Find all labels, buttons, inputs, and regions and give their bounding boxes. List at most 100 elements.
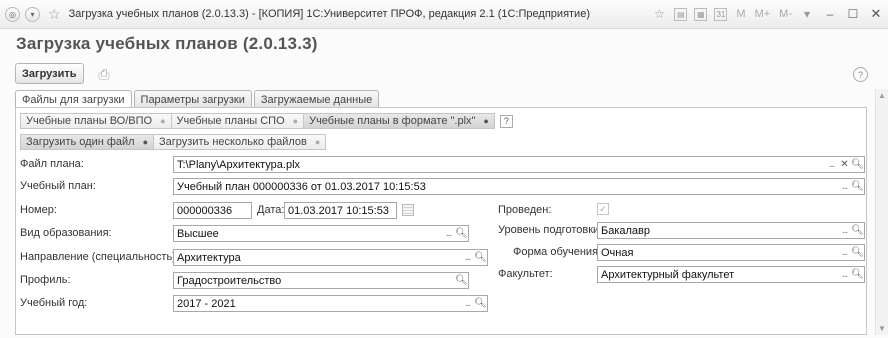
edu-type-value: Высшее — [177, 227, 219, 240]
number-label: Номер: — [20, 204, 57, 216]
file-clear-icon[interactable]: ✕ — [838, 157, 851, 172]
tab-loaded-data[interactable]: Загружаемые данные — [253, 90, 380, 108]
year-label: Учебный год: — [20, 297, 88, 309]
form-type-select-button[interactable]: ... — [838, 245, 851, 260]
level-label: Уровень подготовки: — [498, 224, 603, 236]
edu-type-search-icon[interactable]: 🔍︎ — [455, 226, 468, 241]
level-field[interactable]: Бакалавр ... 🔍︎ — [597, 222, 865, 239]
plan-format-tabs: Учебные планы ВО/ВПО ● Учебные планы СПО ●… — [20, 113, 513, 129]
plan-format-help-icon[interactable]: ? — [499, 114, 513, 128]
favorites-star-icon[interactable]: ☆ — [651, 6, 667, 22]
close-icon[interactable]: ✕ — [868, 6, 884, 22]
profile-search-icon[interactable]: 🔍︎ — [455, 273, 468, 288]
date-value: 01.03.2017 10:15:53 — [288, 204, 389, 217]
posted-checkbox[interactable]: ✓ — [597, 203, 609, 215]
vertical-scrollbar[interactable]: ▲ ▼ — [875, 89, 888, 335]
date-field[interactable]: 01.03.2017 10:15:53 — [284, 202, 397, 219]
profile-value: Градостроительство — [177, 274, 282, 287]
date-label: Дата: — [257, 204, 285, 216]
tab-load-many-files-label: Загрузить несколько файлов — [159, 136, 307, 148]
memory-plus-button[interactable]: M+ — [755, 8, 771, 20]
tab-load-one-file[interactable]: Загрузить один файл ● — [20, 134, 155, 150]
faculty-value: Архитектурный факультет — [601, 268, 735, 281]
title-bar-tools: ☆ ▤ ▦ 31 M M+ M- ▾ – ☐ ✕ — [644, 6, 884, 22]
date-calendar-icon[interactable] — [402, 204, 414, 216]
maximize-icon[interactable]: ☐ — [845, 6, 861, 22]
tab-load-params[interactable]: Параметры загрузки — [133, 90, 252, 108]
year-field[interactable]: 2017 - 2021 ... 🔍︎ — [173, 295, 488, 312]
tab-marker-icon: ● — [314, 137, 321, 147]
file-select-button[interactable]: ... — [825, 157, 838, 172]
faculty-search-icon[interactable]: 🔍︎ — [851, 267, 864, 282]
form-type-search-icon[interactable]: 🔍︎ — [851, 245, 864, 260]
load-mode-tabs: Загрузить один файл ● Загрузить несколько… — [20, 134, 327, 150]
tab-plans-spo-label: Учебные планы СПО — [176, 115, 285, 127]
window-title: Загрузка учебных планов (2.0.13.3) - [КО… — [68, 8, 590, 20]
direction-search-icon[interactable]: 🔍︎ — [474, 250, 487, 265]
tab-marker-icon: ● — [142, 137, 149, 147]
tab-load-one-file-label: Загрузить один файл — [26, 136, 135, 148]
tab-plans-vo[interactable]: Учебные планы ВО/ВПО ● — [20, 113, 172, 129]
tab-plans-vo-label: Учебные планы ВО/ВПО — [26, 115, 153, 127]
edu-type-field[interactable]: Высшее ... 🔍︎ — [173, 225, 469, 242]
level-select-button[interactable]: ... — [838, 223, 851, 238]
plan-search-icon[interactable]: 🔍︎ — [851, 179, 864, 194]
direction-value: Архитектура — [177, 251, 241, 264]
files-panel: Учебные планы ВО/ВПО ● Учебные планы СПО ●… — [15, 107, 867, 335]
level-value: Бакалавр — [601, 224, 651, 237]
year-search-icon[interactable]: 🔍︎ — [474, 296, 487, 311]
tab-plans-spo[interactable]: Учебные планы СПО ● — [170, 113, 305, 129]
tab-plans-plx-label: Учебные планы в формате ".plx" — [309, 115, 476, 127]
number-field[interactable]: 000000336 — [173, 202, 252, 219]
plan-value: Учебный план 000000336 от 01.03.2017 10:… — [177, 180, 426, 193]
plan-field[interactable]: Учебный план 000000336 от 01.03.2017 10:… — [173, 178, 865, 195]
load-button[interactable]: Загрузить — [15, 63, 84, 84]
calculator-icon[interactable]: ▦ — [694, 7, 708, 21]
print-icon[interactable]: ⎙ — [94, 64, 114, 84]
file-value: T:\Plany\Архитектура.plx — [177, 158, 301, 171]
file-label: Файл плана: — [20, 158, 84, 170]
navigation-menu-icon[interactable]: ▾ — [25, 6, 40, 22]
direction-select-button[interactable]: ... — [461, 250, 474, 265]
main-tabs: Файлы для загрузки Параметры загрузки За… — [15, 90, 380, 109]
help-icon[interactable]: ? — [853, 67, 868, 82]
tab-marker-icon: ● — [160, 116, 166, 126]
plan-select-button[interactable]: ... — [838, 179, 851, 194]
tab-load-many-files[interactable]: Загрузить несколько файлов ● — [153, 134, 327, 150]
faculty-select-button[interactable]: ... — [838, 267, 851, 282]
scroll-down-icon[interactable]: ▼ — [878, 324, 886, 333]
favorite-star-icon[interactable]: ☆ — [48, 6, 61, 23]
window-title-bar: ◎ ▾ ☆ Загрузка учебных планов (2.0.13.3)… — [0, 0, 888, 29]
direction-field[interactable]: Архитектура ... 🔍︎ — [173, 249, 488, 266]
faculty-label: Факультет: — [498, 268, 553, 280]
history-icon[interactable]: ▤ — [674, 7, 688, 21]
year-select-button[interactable]: ... — [461, 296, 474, 311]
minimize-icon[interactable]: – — [822, 6, 838, 22]
direction-label: Направление (специальность): — [20, 251, 179, 263]
window-menu-chevron-icon[interactable]: ▾ — [799, 6, 815, 22]
page-title: Загрузка учебных планов (2.0.13.3) — [16, 34, 318, 53]
profile-label: Профиль: — [20, 274, 71, 286]
tab-marker-icon: ● — [292, 116, 299, 126]
year-value: 2017 - 2021 — [177, 297, 236, 310]
form-type-value: Очная — [601, 246, 634, 259]
memory-minus-button[interactable]: M- — [779, 8, 792, 20]
tab-marker-icon: ● — [483, 116, 489, 126]
form-type-field[interactable]: Очная ... 🔍︎ — [597, 244, 865, 261]
edu-type-label: Вид образования: — [20, 227, 112, 239]
plan-label: Учебный план: — [20, 180, 96, 192]
file-field[interactable]: T:\Plany\Архитектура.plx ... ✕ 🔍︎ — [173, 156, 865, 173]
faculty-field[interactable]: Архитектурный факультет ... 🔍︎ — [597, 266, 865, 283]
tab-plans-plx[interactable]: Учебные планы в формате ".plx" ● — [303, 113, 495, 129]
form-type-label: Форма обучения: — [513, 246, 602, 258]
calendar-icon[interactable]: 31 — [714, 7, 728, 21]
edu-type-select-button[interactable]: ... — [442, 226, 455, 241]
app-menu-icon[interactable]: ◎ — [5, 6, 20, 22]
level-search-icon[interactable]: 🔍︎ — [851, 223, 864, 238]
memory-m-button[interactable]: M — [736, 8, 745, 20]
number-value: 000000336 — [177, 204, 233, 217]
file-search-icon[interactable]: 🔍︎ — [851, 157, 864, 172]
posted-label: Проведен: — [498, 204, 552, 216]
profile-field[interactable]: Градостроительство 🔍︎ — [173, 272, 469, 289]
scroll-up-icon[interactable]: ▲ — [878, 91, 886, 100]
